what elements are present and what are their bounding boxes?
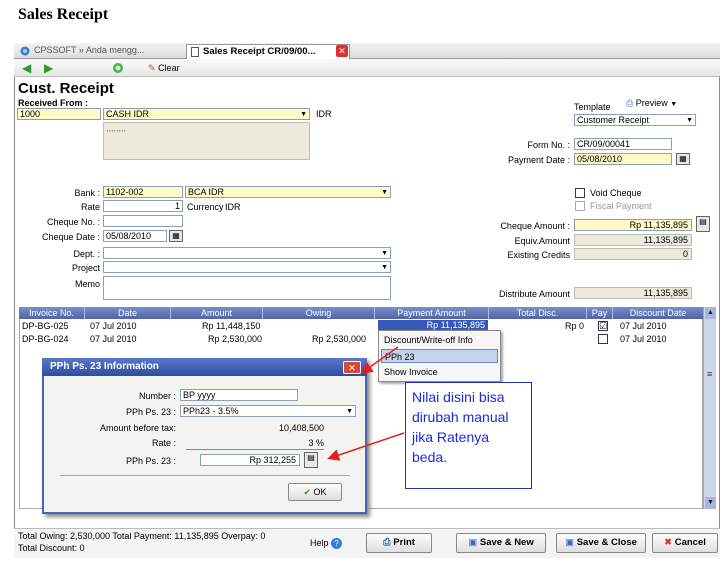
save-close-label: Save & Close	[576, 537, 637, 548]
save-icon: ▣	[565, 537, 575, 548]
help-label: Help	[310, 538, 329, 548]
save-new-label: Save & New	[479, 537, 534, 548]
print-button[interactable]: ⎙ Print	[366, 533, 432, 553]
annotation-callout: Nilai disini bisa dirubah manual jika Ra…	[405, 382, 532, 489]
arrow-to-pph-amount	[327, 432, 405, 461]
save-close-button[interactable]: ▣ Save & Close	[556, 533, 646, 553]
save-new-button[interactable]: ▣ Save & New	[456, 533, 546, 553]
cancel-label: Cancel	[674, 537, 706, 548]
print-label: Print	[393, 537, 415, 548]
totals-line-1: Total Owing: 2,530,000 Total Payment: 11…	[18, 531, 266, 541]
save-icon: ▣	[468, 537, 478, 548]
help-button[interactable]: Help ?	[310, 538, 343, 549]
help-icon: ?	[331, 538, 343, 549]
arrow-to-dialog	[360, 346, 399, 374]
printer-icon: ⎙	[383, 537, 391, 548]
cancel-icon: ✖	[664, 537, 673, 548]
totals-line-2: Total Discount: 0	[18, 543, 85, 553]
annotation-arrows	[327, 346, 405, 461]
cancel-button[interactable]: ✖ Cancel	[652, 533, 718, 553]
